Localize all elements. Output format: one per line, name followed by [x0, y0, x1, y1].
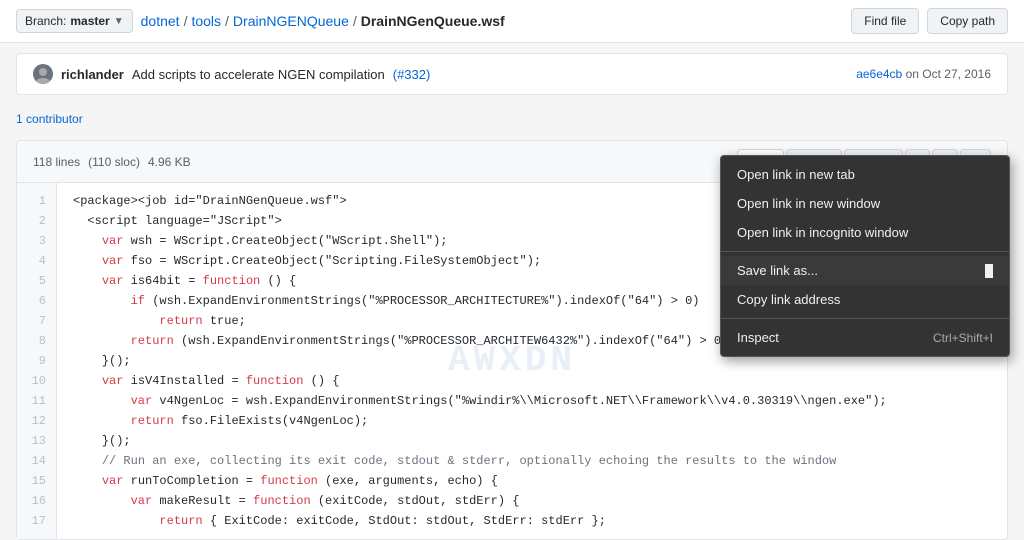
commit-author[interactable]: richlander [61, 67, 124, 82]
code-line: return fso.FileExists(v4NgenLoc); [73, 411, 1007, 431]
top-bar-actions: Find file Copy path [851, 8, 1008, 34]
context-menu-item-label: Open link in new window [737, 196, 880, 211]
context-menu-shortcut: Ctrl+Shift+I [933, 331, 993, 345]
branch-selector[interactable]: Branch: master ▼ [16, 9, 133, 33]
branch-name: master [70, 14, 109, 28]
file-size: 4.96 KB [148, 155, 191, 169]
line-number[interactable]: 14 [17, 451, 56, 471]
commit-date: Oct 27, 2016 [922, 67, 991, 81]
line-number[interactable]: 11 [17, 391, 56, 411]
line-number[interactable]: 9 [17, 351, 56, 371]
contributor-link[interactable]: 1 contributor [16, 112, 83, 126]
cursor-indicator [985, 264, 993, 278]
line-number[interactable]: 5 [17, 271, 56, 291]
breadcrumb-file: DrainNGenQueue.wsf [361, 13, 505, 29]
avatar [33, 64, 53, 84]
context-menu-item-copy-address[interactable]: Copy link address [721, 285, 1009, 314]
contributor-label: contributor [26, 112, 83, 126]
context-menu-item-label: Save link as... [737, 263, 818, 278]
line-number[interactable]: 17 [17, 511, 56, 531]
code-line: // Run an exe, collecting its exit code,… [73, 451, 1007, 471]
context-menu-item-label: Open link in incognito window [737, 225, 908, 240]
context-menu-item-save-link[interactable]: Save link as... [721, 256, 1009, 285]
context-menu-item-label: Copy link address [737, 292, 840, 307]
copy-path-button[interactable]: Copy path [927, 8, 1008, 34]
breadcrumb-folder2[interactable]: DrainNGENQueue [233, 13, 349, 29]
breadcrumb-repo[interactable]: dotnet [141, 13, 180, 29]
line-number[interactable]: 8 [17, 331, 56, 351]
code-line: var makeResult = function (exitCode, std… [73, 491, 1007, 511]
line-number[interactable]: 12 [17, 411, 56, 431]
line-number[interactable]: 15 [17, 471, 56, 491]
breadcrumb-sep3: / [353, 13, 357, 29]
file-lines: 118 lines [33, 155, 80, 169]
context-menu-divider-2 [721, 318, 1009, 319]
context-menu-item-open-incognito[interactable]: Open link in incognito window [721, 218, 1009, 247]
commit-message: Add scripts to accelerate NGEN compilati… [132, 67, 385, 82]
code-line: }(); [73, 431, 1007, 451]
breadcrumb-sep1: / [184, 13, 188, 29]
commit-date-label: on [906, 67, 919, 81]
breadcrumb: dotnet / tools / DrainNGENQueue / DrainN… [141, 13, 505, 29]
code-line: var runToCompletion = function (exe, arg… [73, 471, 1007, 491]
context-menu: Open link in new tab Open link in new win… [720, 155, 1010, 357]
file-sloc: (110 sloc) [88, 155, 140, 169]
code-line: return { ExitCode: exitCode, StdOut: std… [73, 511, 1007, 531]
commit-hash[interactable]: ae6e4cb [856, 67, 902, 81]
code-line: var v4NgenLoc = wsh.ExpandEnvironmentStr… [73, 391, 1007, 411]
line-number[interactable]: 7 [17, 311, 56, 331]
context-menu-item-label: Inspect [737, 330, 779, 345]
context-menu-item-open-new-window[interactable]: Open link in new window [721, 189, 1009, 218]
line-number[interactable]: 1 [17, 191, 56, 211]
context-menu-item-label: Open link in new tab [737, 167, 855, 182]
chevron-down-icon: ▼ [114, 16, 124, 27]
line-numbers: 1234567891011121314151617 [17, 183, 57, 539]
context-menu-item-inspect[interactable]: Inspect Ctrl+Shift+I [721, 323, 1009, 352]
breadcrumb-sep2: / [225, 13, 229, 29]
line-number[interactable]: 4 [17, 251, 56, 271]
line-number[interactable]: 16 [17, 491, 56, 511]
line-number[interactable]: 13 [17, 431, 56, 451]
top-bar: Branch: master ▼ dotnet / tools / DrainN… [0, 0, 1024, 43]
context-menu-item-open-new-tab[interactable]: Open link in new tab [721, 160, 1009, 189]
contributor-count: 1 [16, 112, 23, 126]
line-number[interactable]: 6 [17, 291, 56, 311]
commit-pr-link[interactable]: (#332) [393, 67, 431, 82]
commit-bar: richlander Add scripts to accelerate NGE… [16, 53, 1008, 95]
contributor-bar: 1 contributor [16, 105, 1008, 132]
code-line: var isV4Installed = function () { [73, 371, 1007, 391]
commit-meta: ae6e4cb on Oct 27, 2016 [856, 67, 991, 81]
branch-label: Branch: [25, 14, 66, 28]
find-file-button[interactable]: Find file [851, 8, 919, 34]
line-number[interactable]: 3 [17, 231, 56, 251]
breadcrumb-folder1[interactable]: tools [191, 13, 221, 29]
line-number[interactable]: 10 [17, 371, 56, 391]
context-menu-divider [721, 251, 1009, 252]
line-number[interactable]: 2 [17, 211, 56, 231]
